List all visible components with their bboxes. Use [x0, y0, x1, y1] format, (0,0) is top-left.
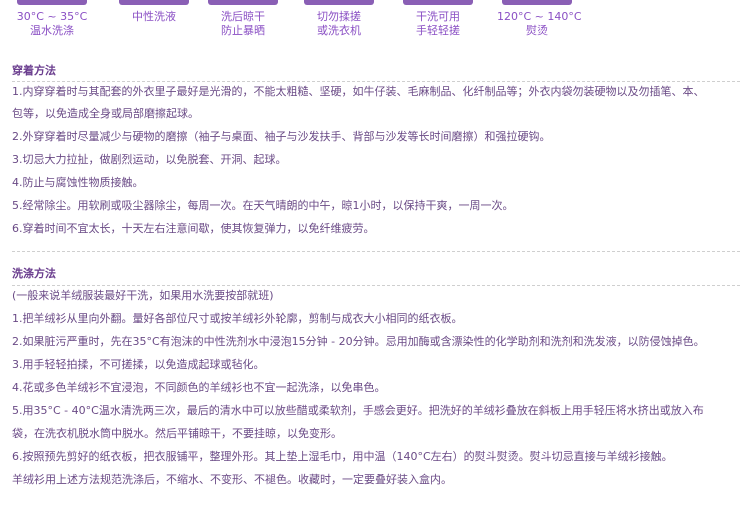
wash-line: 3.用手轻轻拍揉，不可搓揉，以免造成起球或毡化。	[12, 358, 265, 371]
care-label: 120°C ~ 140°C	[497, 10, 582, 23]
care-label: 防止暴晒	[221, 24, 265, 37]
wear-line: 2.外穿穿着时尽量减少与硬物的磨擦（袖子与桌面、袖子与沙发扶手、背部与沙发等长时…	[12, 130, 551, 143]
care-label: 干洗可用	[416, 10, 460, 23]
wear-line: 5.经常除尘。用软刷或吸尘器除尘，每周一次。在天气晴朗的中午，晾1小时，以保持干…	[12, 199, 514, 212]
care-icon-row: 30°C ~ 35°C 温水洗涤 中性洗液 洗后晾干 防止暴晒 切勿揉搓 或洗衣…	[0, 0, 752, 44]
wear-line: 1.内穿穿着时与其配套的外衣里子最好是光滑的，不能太粗糙、坚硬，如牛仔装、毛麻制…	[12, 85, 705, 98]
care-dry-shade: 洗后晾干 防止暴晒	[203, 0, 283, 38]
divider	[12, 251, 740, 252]
care-label: 手轻轻搓	[416, 24, 460, 37]
care-bar-icon	[403, 0, 473, 5]
care-bar-icon	[208, 0, 278, 5]
care-bar-icon	[119, 0, 189, 5]
care-dry-clean: 干洗可用 手轻轻搓	[398, 0, 478, 38]
wear-section-title: 穿着方法	[12, 64, 56, 77]
care-label: 切勿揉搓	[317, 10, 361, 23]
care-label: 温水洗涤	[30, 24, 74, 37]
care-bar-icon	[304, 0, 374, 5]
wear-line: 6.穿着时间不宜太长，十天左右注意间歇，使其恢复弹力，以免纤维疲劳。	[12, 222, 375, 235]
wash-section-title: 洗涤方法	[12, 267, 56, 280]
wash-line: 1.把羊绒衫从里向外翻。量好各部位尺寸或按羊绒衫外轮廓，剪制与成衣大小相同的纸衣…	[12, 312, 463, 325]
wear-line: 3.切忌大力拉扯，做剧烈运动，以免脱套、开洞、起球。	[12, 153, 287, 166]
wash-line: (一般来说羊绒服装最好干洗，如果用水洗要按部就班)	[12, 289, 274, 302]
care-iron-temp: 120°C ~ 140°C 熨烫	[497, 0, 582, 38]
care-label: 30°C ~ 35°C	[16, 10, 88, 23]
care-temp-wash: 30°C ~ 35°C 温水洗涤	[12, 0, 92, 38]
care-label: 中性洗液	[132, 10, 176, 23]
care-label: 洗后晾干	[221, 10, 265, 23]
wash-line: 4.花或多色羊绒衫不宜浸泡，不同颜色的羊绒衫也不宜一起洗涤，以免串色。	[12, 381, 386, 394]
care-no-rub: 切勿揉搓 或洗衣机	[299, 0, 379, 38]
wash-line: 羊绒衫用上述方法规范洗涤后，不缩水、不变形、不褪色。收藏时，一定要叠好装入盒内。	[12, 473, 452, 486]
wash-line: 6.按照预先剪好的纸衣板，把衣服铺平，整理外形。其上垫上湿毛巾，用中温（140°…	[12, 450, 673, 463]
wash-line: 袋，在洗衣机脱水筒中脱水。然后平铺晾干，不要挂晾，以免变形。	[12, 427, 342, 440]
wash-line: 2.如果脏污严重时，先在35°C有泡沫的中性洗剂水中浸泡15分钟 - 20分钟。…	[12, 335, 705, 348]
care-bar-icon	[17, 0, 87, 5]
care-label: 或洗衣机	[317, 24, 361, 37]
wear-line: 包等，以免造成全身或局部磨擦起球。	[12, 107, 199, 120]
care-neutral-detergent: 中性洗液	[114, 0, 194, 24]
care-label: 熨烫	[526, 24, 548, 37]
wash-line: 5.用35°C - 40°C温水清洗两三次，最后的清水中可以放些醋或柔软剂，手感…	[12, 404, 704, 417]
care-bar-icon	[502, 0, 572, 5]
wear-line: 4.防止与腐蚀性物质接触。	[12, 176, 144, 189]
